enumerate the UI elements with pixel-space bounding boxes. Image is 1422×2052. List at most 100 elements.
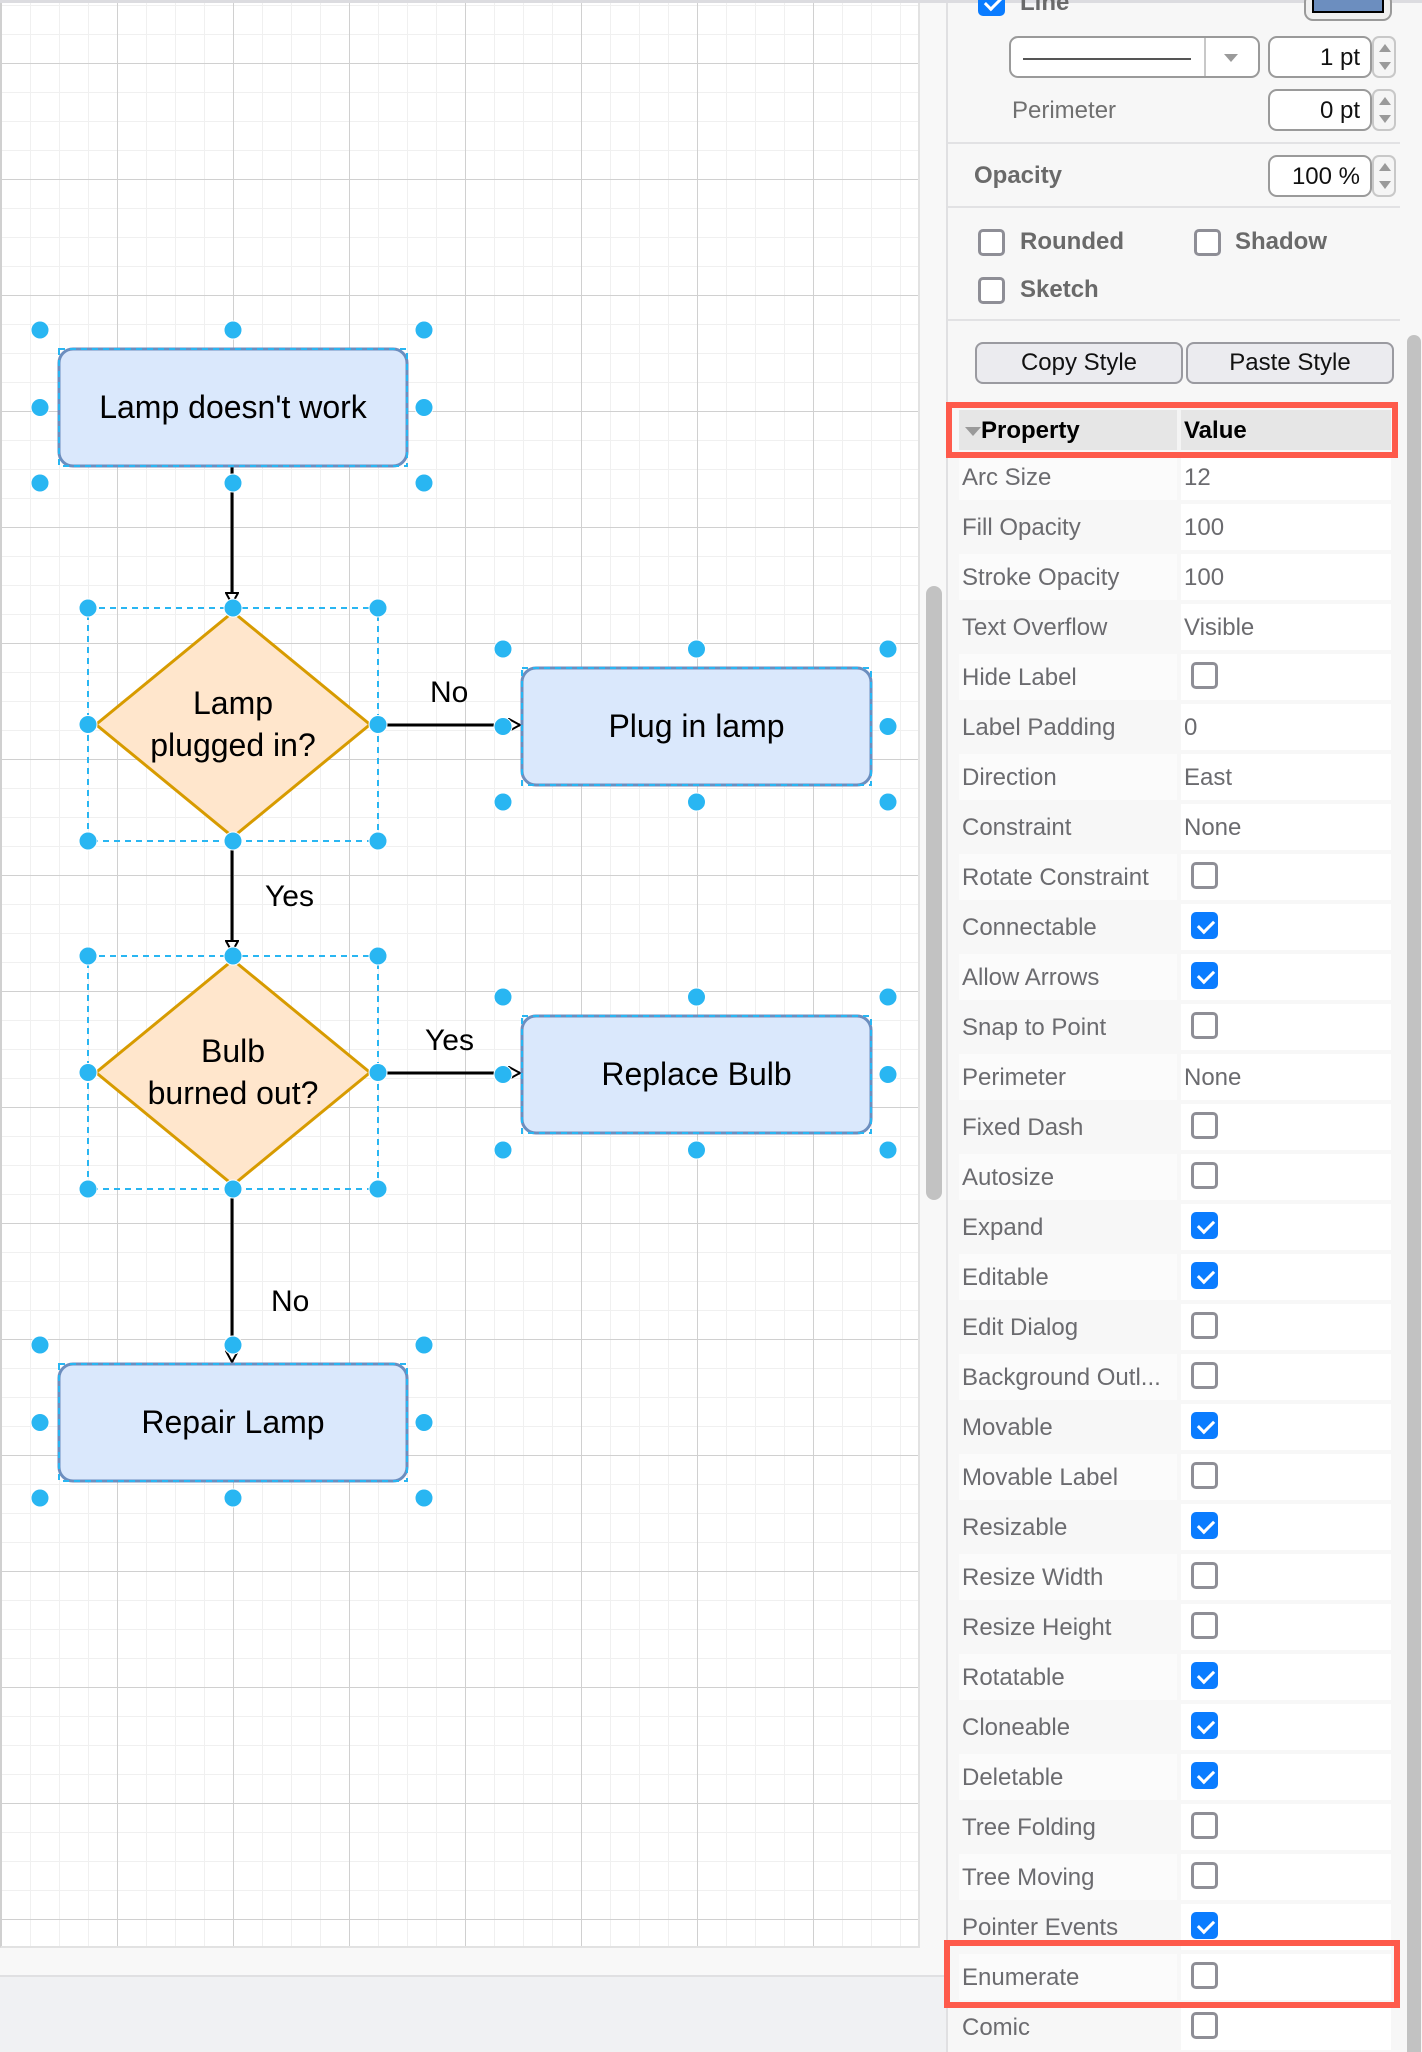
property-checkbox[interactable] [1191,1362,1218,1389]
property-checkbox[interactable] [1191,662,1218,689]
property-row[interactable]: Direction East [959,752,1391,802]
property-checkbox[interactable] [1191,1012,1218,1039]
property-row[interactable]: Resizable [959,1502,1391,1552]
property-value[interactable]: None [1181,1054,1391,1100]
line-checkbox[interactable] [978,0,1005,16]
property-row[interactable]: Cloneable [959,1702,1391,1752]
resize-handle[interactable] [878,1065,898,1084]
property-value[interactable]: None [1181,804,1391,850]
property-checkbox[interactable] [1191,1662,1218,1689]
property-value[interactable]: 100 [1181,504,1391,550]
property-row[interactable]: Fill Opacity 100 [959,502,1391,552]
resize-handle[interactable] [493,717,513,736]
perimeter-stepper[interactable] [1372,89,1396,131]
property-checkbox[interactable] [1191,1862,1218,1889]
resize-handle[interactable] [687,1140,706,1160]
property-checkbox[interactable] [1191,962,1218,989]
property-row[interactable]: Autosize [959,1152,1391,1202]
resize-handle[interactable] [687,639,706,659]
property-checkbox[interactable] [1191,1462,1218,1489]
resize-handle[interactable] [493,792,513,812]
resize-handle[interactable] [687,792,706,812]
property-row[interactable]: Label Padding 0 [959,702,1391,752]
resize-handle[interactable] [493,1140,513,1160]
edge-label-yes-bulb[interactable]: Yes [265,880,314,914]
line-color-swatch[interactable] [1304,0,1392,21]
property-checkbox[interactable] [1191,1712,1218,1739]
resize-handle[interactable] [878,792,898,812]
resize-handle[interactable] [878,717,898,736]
resize-handle[interactable] [493,639,513,659]
property-row[interactable]: Tree Folding [959,1802,1391,1852]
resize-handle[interactable] [414,473,434,493]
property-value[interactable]: 12 [1181,454,1391,500]
property-row[interactable]: Edit Dialog [959,1302,1391,1352]
property-row[interactable]: Movable [959,1402,1391,1452]
property-checkbox[interactable] [1191,1762,1218,1789]
edge-label-yes-replace[interactable]: Yes [425,1024,474,1058]
node-label-repair-lamp[interactable]: Repair Lamp [59,1364,407,1481]
resize-handle[interactable] [223,320,243,340]
property-checkbox[interactable] [1191,1612,1218,1639]
property-value[interactable]: 100 [1181,554,1391,600]
property-value[interactable]: Visible [1181,604,1391,650]
resize-handle[interactable] [687,987,706,1007]
property-row[interactable]: Deletable [959,1752,1391,1802]
property-row[interactable]: Hide Label [959,652,1391,702]
property-row[interactable]: Arc Size 12 [959,452,1391,502]
node-label-bulb-burned-out[interactable]: Bulb burned out? [88,956,378,1189]
property-row[interactable]: Perimeter None [959,1052,1391,1102]
opacity-stepper[interactable] [1372,155,1396,197]
resize-handle[interactable] [493,987,513,1007]
edge-label-no-repair[interactable]: No [271,1285,309,1319]
property-row[interactable]: Allow Arrows [959,952,1391,1002]
resize-handle[interactable] [30,1335,50,1355]
property-row[interactable]: Snap to Point [959,1002,1391,1052]
property-row[interactable]: Resize Height [959,1602,1391,1652]
resize-handle[interactable] [30,398,50,417]
resize-handle[interactable] [223,473,243,493]
property-checkbox[interactable] [1191,1562,1218,1589]
property-checkbox[interactable] [1191,1162,1218,1189]
node-label-replace-bulb[interactable]: Replace Bulb [522,1016,871,1133]
resize-handle[interactable] [30,320,50,340]
paste-style-button[interactable]: Paste Style [1186,342,1394,384]
resize-handle[interactable] [223,1488,243,1508]
line-width-input[interactable]: 1 pt [1268,36,1372,78]
property-row[interactable]: Stroke Opacity 100 [959,552,1391,602]
property-checkbox[interactable] [1191,862,1218,889]
resize-handle[interactable] [878,639,898,659]
perimeter-input[interactable]: 0 pt [1268,89,1372,131]
property-checkbox[interactable] [1191,1312,1218,1339]
property-value[interactable]: 0 [1181,704,1391,750]
resize-handle[interactable] [414,1488,434,1508]
property-row[interactable]: Connectable [959,902,1391,952]
property-checkbox[interactable] [1191,1912,1218,1939]
property-row[interactable]: Rotate Constraint [959,852,1391,902]
property-checkbox[interactable] [1191,1512,1218,1539]
resize-handle[interactable] [30,1488,50,1508]
property-row[interactable]: Resize Width [959,1552,1391,1602]
property-checkbox[interactable] [1191,1212,1218,1239]
rounded-checkbox[interactable] [978,229,1005,256]
property-row[interactable]: Fixed Dash [959,1102,1391,1152]
panel-vertical-scrollbar[interactable] [1407,335,1421,2052]
opacity-input[interactable]: 100 % [1268,155,1372,197]
resize-handle[interactable] [30,473,50,493]
property-row[interactable]: Constraint None [959,802,1391,852]
shadow-checkbox[interactable] [1194,229,1221,256]
resize-handle[interactable] [414,1413,434,1432]
property-checkbox[interactable] [1191,1412,1218,1439]
node-label-lamp-doesnt-work[interactable]: Lamp doesn't work [59,349,407,466]
sketch-checkbox[interactable] [978,277,1005,304]
property-row[interactable]: Editable [959,1252,1391,1302]
property-checkbox[interactable] [1191,912,1218,939]
copy-style-button[interactable]: Copy Style [975,342,1183,384]
property-row[interactable]: Text Overflow Visible [959,602,1391,652]
property-row[interactable]: Rotatable [959,1652,1391,1702]
property-checkbox[interactable] [1191,1112,1218,1139]
property-row[interactable]: Tree Moving [959,1852,1391,1902]
property-checkbox[interactable] [1191,2012,1218,2039]
resize-handle[interactable] [878,987,898,1007]
property-value[interactable]: East [1181,754,1391,800]
